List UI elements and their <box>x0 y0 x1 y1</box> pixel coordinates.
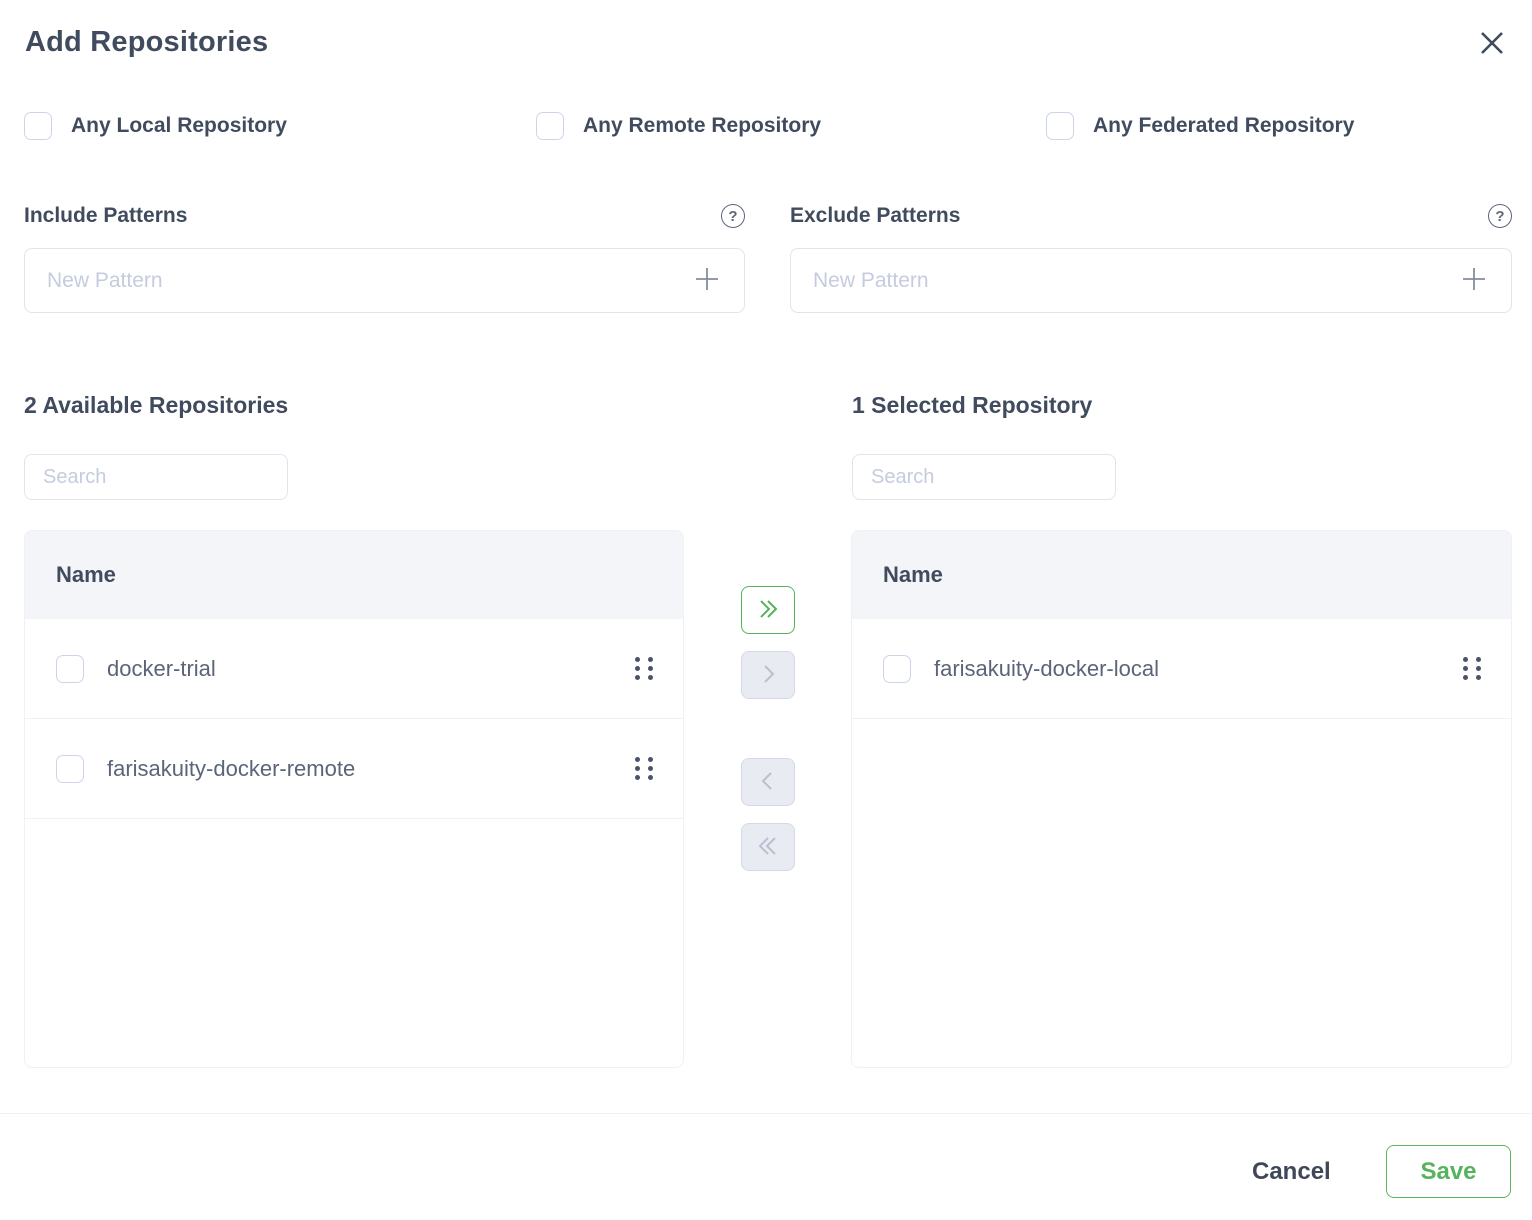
drag-handle-icon[interactable] <box>1459 653 1485 684</box>
available-table-header: Name <box>25 531 683 619</box>
add-exclude-pattern-button[interactable] <box>1459 266 1489 296</box>
repository-name: docker-trial <box>107 656 631 682</box>
table-row[interactable]: farisakuity-docker-local <box>852 619 1511 719</box>
chevron-right-icon <box>757 663 779 688</box>
any-federated-repository-label: Any Federated Repository <box>1093 114 1354 138</box>
move-all-left-button[interactable] <box>741 823 795 871</box>
any-local-repository-checkbox[interactable] <box>24 112 52 140</box>
exclude-patterns-help-icon[interactable]: ? <box>1488 204 1512 228</box>
any-federated-repository-option[interactable]: Any Federated Repository <box>1046 112 1354 140</box>
page-title: Add Repositories <box>25 26 268 59</box>
double-chevron-left-icon <box>756 835 780 860</box>
include-patterns-section: Include Patterns ? <box>24 202 745 313</box>
selected-repositories-table: Name farisakuity-docker-local <box>851 530 1512 1068</box>
move-right-button[interactable] <box>741 651 795 699</box>
row-checkbox[interactable] <box>56 655 84 683</box>
row-checkbox[interactable] <box>56 755 84 783</box>
plus-icon <box>693 265 721 296</box>
repository-name: farisakuity-docker-local <box>934 656 1459 682</box>
selected-name-column-header: Name <box>883 562 943 588</box>
footer-divider <box>0 1113 1532 1114</box>
move-left-button[interactable] <box>741 758 795 806</box>
available-repositories-table: Name docker-trial farisakuity-docker-rem… <box>24 530 684 1068</box>
close-button[interactable] <box>1474 26 1510 62</box>
chevron-left-icon <box>757 770 779 795</box>
plus-icon <box>1460 265 1488 296</box>
drag-handle-icon[interactable] <box>631 653 657 684</box>
any-remote-repository-checkbox[interactable] <box>536 112 564 140</box>
table-row[interactable]: docker-trial <box>25 619 683 719</box>
available-repositories-heading: 2 Available Repositories <box>24 392 288 419</box>
add-include-pattern-button[interactable] <box>692 266 722 296</box>
include-patterns-help-icon[interactable]: ? <box>721 204 745 228</box>
any-remote-repository-label: Any Remote Repository <box>583 114 821 138</box>
any-federated-repository-checkbox[interactable] <box>1046 112 1074 140</box>
available-name-column-header: Name <box>56 562 116 588</box>
selected-table-header: Name <box>852 531 1511 619</box>
save-button[interactable]: Save <box>1386 1145 1511 1198</box>
double-chevron-right-icon <box>756 598 780 623</box>
selected-repository-heading: 1 Selected Repository <box>852 392 1092 419</box>
table-row[interactable]: farisakuity-docker-remote <box>25 719 683 819</box>
any-local-repository-option[interactable]: Any Local Repository <box>24 112 287 140</box>
move-all-right-button[interactable] <box>741 586 795 634</box>
exclude-patterns-label: Exclude Patterns <box>790 204 960 228</box>
include-pattern-input[interactable] <box>47 269 692 293</box>
selected-search-input[interactable] <box>852 454 1116 500</box>
close-icon <box>1477 28 1507 61</box>
exclude-pattern-input[interactable] <box>813 269 1459 293</box>
any-remote-repository-option[interactable]: Any Remote Repository <box>536 112 821 140</box>
cancel-button[interactable]: Cancel <box>1232 1146 1351 1198</box>
include-patterns-label: Include Patterns <box>24 204 187 228</box>
row-checkbox[interactable] <box>883 655 911 683</box>
available-search-input[interactable] <box>24 454 288 500</box>
drag-handle-icon[interactable] <box>631 753 657 784</box>
exclude-patterns-section: Exclude Patterns ? <box>790 202 1512 313</box>
any-local-repository-label: Any Local Repository <box>71 114 287 138</box>
repository-name: farisakuity-docker-remote <box>107 756 631 782</box>
